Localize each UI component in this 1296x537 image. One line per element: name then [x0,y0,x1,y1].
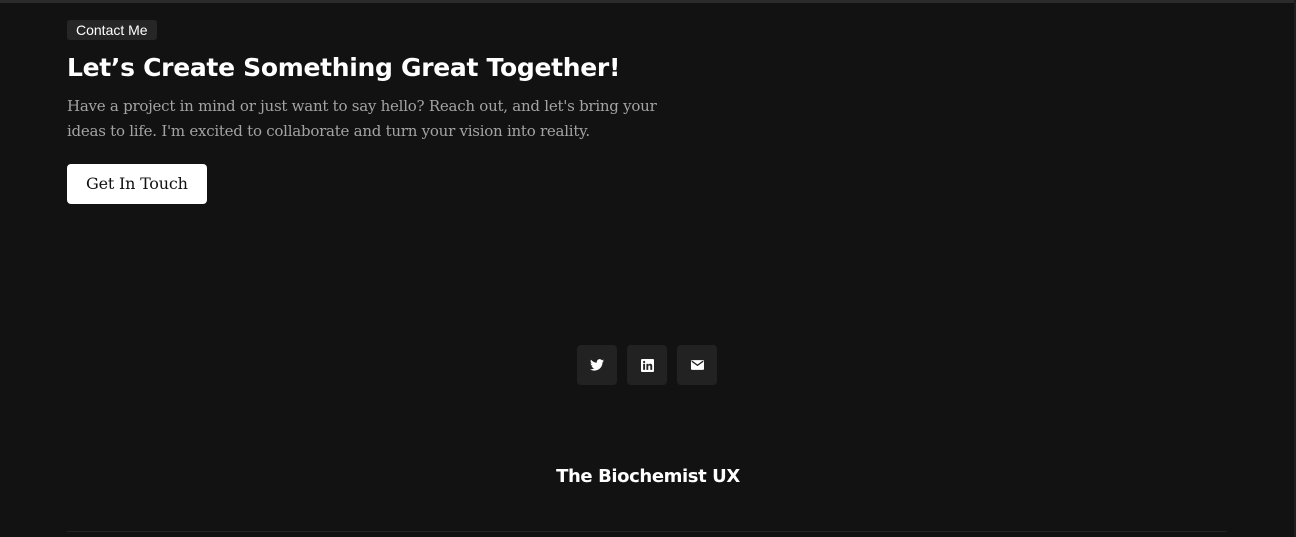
contact-section: Contact Me Let’s Create Something Great … [67,20,707,204]
twitter-button[interactable] [577,345,617,385]
contact-badge: Contact Me [67,20,157,40]
linkedin-button[interactable] [627,345,667,385]
linkedin-icon [640,358,654,372]
footer-brand: The Biochemist UX [556,466,740,487]
get-in-touch-button[interactable]: Get In Touch [67,164,207,204]
contact-description: Have a project in mind or just want to s… [67,97,657,140]
mail-icon [690,360,704,370]
contact-heading: Let’s Create Something Great Together! [67,53,621,82]
footer-divider [67,531,1227,532]
window-top-edge [0,0,1296,3]
social-links [577,345,717,385]
twitter-icon [590,359,604,371]
email-button[interactable] [677,345,717,385]
